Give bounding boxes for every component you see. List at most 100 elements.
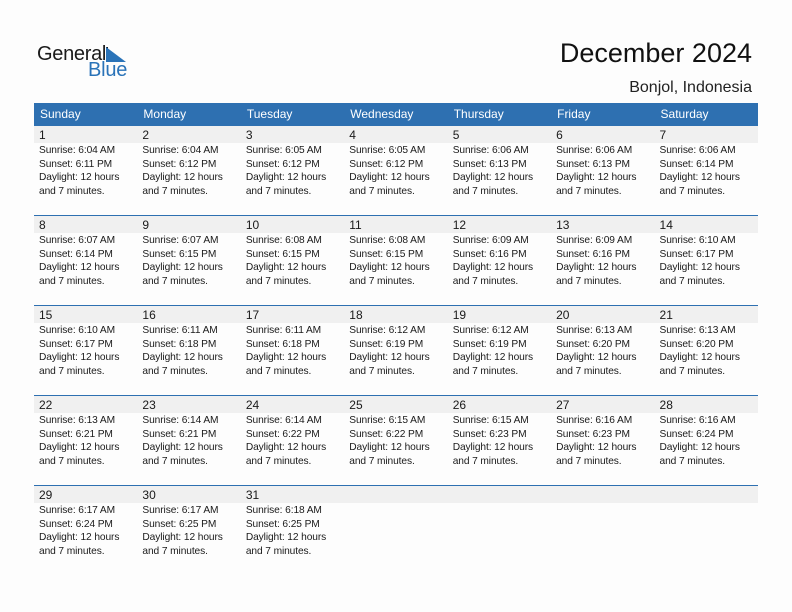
day-number: 26: [452, 398, 467, 412]
sunrise-text: Sunrise: 6:15 AM: [349, 415, 426, 426]
daylight-text: Daylight: 12 hours: [659, 352, 740, 364]
sunset-text: Sunset: 6:20 PM: [659, 338, 734, 350]
daylight-minutes-text: and 7 minutes.: [142, 185, 208, 197]
sunset-text: Sunset: 6:24 PM: [39, 518, 113, 530]
daylight-minutes-text: and 7 minutes.: [142, 545, 208, 557]
day-cell: 7 Sunrise: 6:06 AM Sunset: 6:14 PM Daylight…: [655, 125, 758, 198]
week-row: 15 Sunrise: 6:10 AM Sunset: 6:17 PM Dayligh…: [34, 305, 758, 395]
day-number: 14: [659, 218, 673, 232]
daylight-minutes-text: and 7 minutes.: [142, 455, 208, 467]
sunrise-text: Sunrise: 6:10 AM: [39, 325, 115, 336]
day-cell: 1 Sunrise: 6:04 AM Sunset: 6:11 PM Daylight…: [34, 125, 137, 198]
sunset-text: Sunset: 6:25 PM: [245, 518, 320, 530]
day-number: 30: [142, 488, 156, 502]
daylight-minutes-text: and 7 minutes.: [349, 455, 415, 467]
daylight-text: Daylight: 12 hours: [245, 262, 327, 274]
sunset-text: Sunset: 6:15 PM: [142, 248, 217, 260]
daylight-minutes-text: and 7 minutes.: [659, 455, 726, 467]
sunrise-text: Sunrise: 6:11 AM: [142, 325, 218, 336]
daylight-minutes-text: and 7 minutes.: [556, 185, 622, 197]
daylight-text: Daylight: 12 hours: [349, 172, 430, 184]
daylight-text: Daylight: 12 hours: [556, 172, 637, 184]
daylight-text: Daylight: 12 hours: [659, 262, 740, 274]
daylight-minutes-text: and 7 minutes.: [245, 455, 312, 467]
sunset-text: Sunset: 6:16 PM: [556, 248, 630, 260]
sunrise-text: Sunrise: 6:08 AM: [349, 235, 426, 246]
day-cell: 31 Sunrise: 6:18 AM Sunset: 6:25 PM Dayligh…: [241, 485, 344, 558]
day-number: 6: [556, 128, 563, 142]
sunset-text: Sunset: 6:20 PM: [556, 338, 630, 350]
day-number: 24: [245, 398, 260, 412]
day-cell: 9 Sunrise: 6:07 AM Sunset: 6:15 PM Daylight…: [137, 215, 240, 288]
day-cell: 8 Sunrise: 6:07 AM Sunset: 6:14 PM Daylight…: [34, 215, 137, 288]
sunset-text: Sunset: 6:21 PM: [142, 428, 217, 440]
daylight-minutes-text: and 7 minutes.: [39, 275, 105, 287]
day-number: 8: [39, 218, 46, 232]
daylight-text: Daylight: 12 hours: [556, 352, 637, 364]
daylight-text: Daylight: 12 hours: [39, 172, 120, 184]
sunrise-text: Sunrise: 6:05 AM: [349, 145, 426, 156]
weekday-header-monday: Monday: [143, 107, 187, 121]
sunset-text: Sunset: 6:25 PM: [142, 518, 217, 530]
daylight-minutes-text: and 7 minutes.: [349, 275, 415, 287]
sunrise-text: Sunrise: 6:05 AM: [245, 145, 322, 156]
daylight-text: Daylight: 12 hours: [39, 352, 120, 364]
page-title: December 2024: [559, 38, 752, 68]
daylight-text: Daylight: 12 hours: [452, 352, 533, 364]
day-cell: 29 Sunrise: 6:17 AM Sunset: 6:24 PM Dayligh…: [34, 485, 137, 558]
daylight-text: Daylight: 12 hours: [349, 442, 430, 454]
day-number: 28: [659, 398, 673, 412]
day-cell: 2 Sunrise: 6:04 AM Sunset: 6:12 PM Daylight…: [137, 125, 240, 198]
sunrise-text: Sunrise: 6:14 AM: [245, 415, 322, 426]
sunrise-text: Sunrise: 6:09 AM: [452, 235, 529, 246]
logo: General Blue: [37, 43, 137, 83]
sunset-text: Sunset: 6:18 PM: [142, 338, 217, 350]
sunset-text: Sunset: 6:17 PM: [39, 338, 113, 350]
day-number: 10: [245, 218, 260, 232]
sunrise-text: Sunrise: 6:09 AM: [556, 235, 633, 246]
daylight-minutes-text: and 7 minutes.: [39, 455, 105, 467]
sunset-text: Sunset: 6:18 PM: [245, 338, 320, 350]
sunrise-text: Sunrise: 6:16 AM: [659, 415, 736, 426]
day-number: 12: [452, 218, 467, 232]
daylight-text: Daylight: 12 hours: [245, 172, 327, 184]
sunrise-text: Sunrise: 6:17 AM: [39, 505, 115, 516]
sunset-text: Sunset: 6:21 PM: [39, 428, 113, 440]
daylight-text: Daylight: 12 hours: [556, 262, 637, 274]
week-row: 1 Sunrise: 6:04 AM Sunset: 6:11 PM Daylight…: [34, 125, 758, 215]
calendar-grid: Sunday Monday Tuesday Wednesday Thursday…: [34, 103, 758, 575]
day-number: 3: [245, 128, 253, 142]
day-number: 27: [556, 398, 570, 412]
logo-word-blue: Blue: [88, 59, 128, 81]
daylight-minutes-text: and 7 minutes.: [556, 275, 622, 287]
sunrise-text: Sunrise: 6:12 AM: [349, 325, 426, 336]
sunset-text: Sunset: 6:22 PM: [349, 428, 424, 440]
daylight-minutes-text: and 7 minutes.: [39, 365, 105, 377]
daylight-text: Daylight: 12 hours: [659, 442, 740, 454]
week-row: 8 Sunrise: 6:07 AM Sunset: 6:14 PM Daylight…: [34, 215, 758, 305]
day-number: 19: [452, 308, 467, 322]
sunrise-text: Sunrise: 6:15 AM: [452, 415, 529, 426]
daylight-text: Daylight: 12 hours: [245, 442, 327, 454]
day-cell: 28 Sunrise: 6:16 AM Sunset: 6:24 PM Dayligh…: [655, 395, 758, 468]
day-number: 15: [39, 308, 53, 322]
sunset-text: Sunset: 6:15 PM: [245, 248, 320, 260]
daylight-minutes-text: and 7 minutes.: [349, 185, 415, 197]
empty-day-cell: [448, 485, 551, 558]
day-number: 23: [142, 398, 156, 412]
daylight-text: Daylight: 12 hours: [39, 532, 120, 544]
day-number: 18: [349, 308, 363, 322]
daylight-minutes-text: and 7 minutes.: [245, 545, 312, 557]
day-number: 11: [349, 218, 362, 232]
sunrise-text: Sunrise: 6:13 AM: [659, 325, 736, 336]
sunset-text: Sunset: 6:14 PM: [39, 248, 113, 260]
sunset-text: Sunset: 6:12 PM: [245, 158, 320, 170]
week-row: 22 Sunrise: 6:13 AM Sunset: 6:21 PM Dayligh…: [34, 395, 758, 485]
weeks-container: 1 Sunrise: 6:04 AM Sunset: 6:11 PM Daylight…: [34, 125, 758, 575]
daylight-minutes-text: and 7 minutes.: [39, 185, 105, 197]
sunset-text: Sunset: 6:19 PM: [452, 338, 527, 350]
day-cell: 14 Sunrise: 6:10 AM Sunset: 6:17 PM Dayligh…: [655, 215, 758, 288]
daylight-text: Daylight: 12 hours: [659, 172, 740, 184]
daylight-text: Daylight: 12 hours: [556, 442, 637, 454]
daylight-minutes-text: and 7 minutes.: [659, 365, 726, 377]
